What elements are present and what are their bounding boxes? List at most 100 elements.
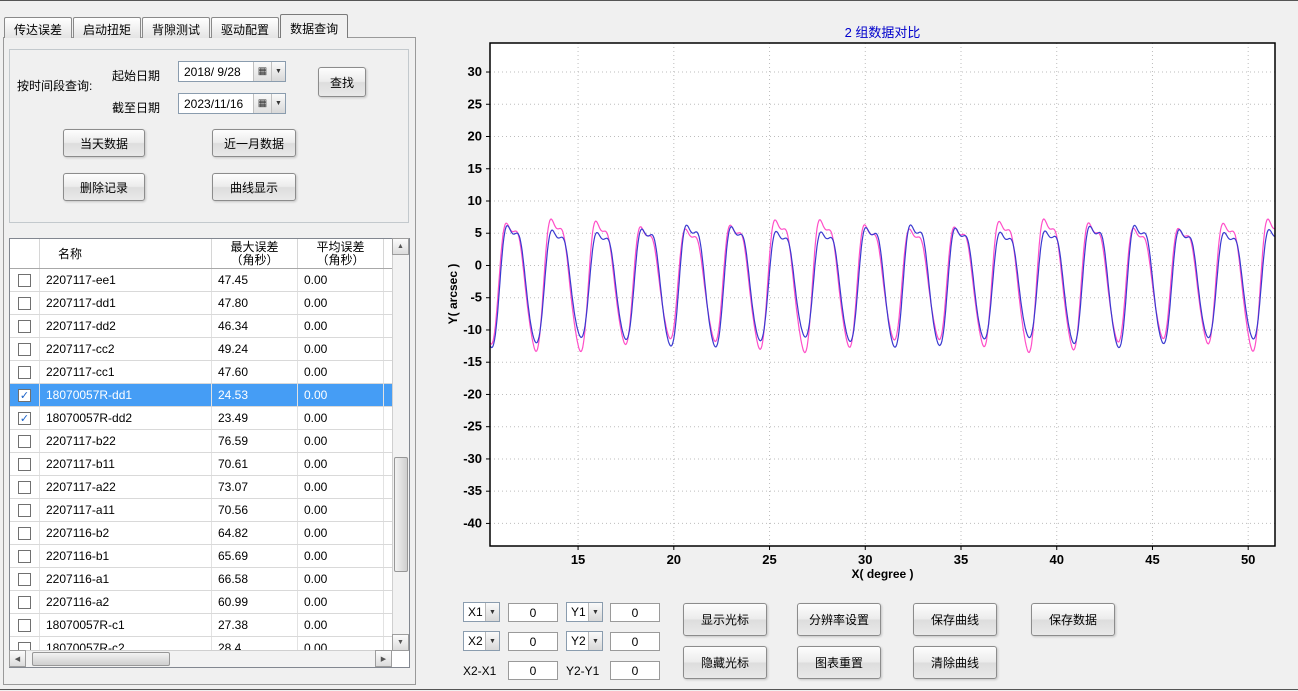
- checkbox-cell: [10, 637, 40, 650]
- table-row[interactable]: 2207117-ee147.450.00: [10, 269, 392, 292]
- calendar-icon[interactable]: ▦: [253, 62, 271, 81]
- resolution-settings-button[interactable]: 分辨率设置: [797, 603, 881, 636]
- table-row[interactable]: 2207117-cc249.240.00: [10, 338, 392, 361]
- table-row[interactable]: 2207116-a260.990.00: [10, 591, 392, 614]
- row-checkbox[interactable]: [18, 297, 31, 310]
- row-max-error: 28.4: [212, 637, 298, 650]
- chart-panel: 2 组数据对比 302520151050-5-10-15-20-25-30-35…: [425, 1, 1298, 691]
- table-row[interactable]: 2207117-a2273.070.00: [10, 476, 392, 499]
- row-name: 2207117-a22: [40, 476, 212, 498]
- table-row[interactable]: 18070057R-c127.380.00: [10, 614, 392, 637]
- chevron-down-icon[interactable]: ▼: [485, 603, 499, 621]
- chevron-down-icon[interactable]: ▼: [588, 632, 602, 650]
- tab-1[interactable]: 传达误差: [4, 17, 72, 38]
- table-row[interactable]: 2207117-dd147.800.00: [10, 292, 392, 315]
- y1-value-field[interactable]: [610, 603, 660, 622]
- chart-plot[interactable]: 302520151050-5-10-15-20-25-30-35-4015202…: [425, 1, 1298, 601]
- svg-text:35: 35: [954, 552, 968, 567]
- table-row[interactable]: 2207116-b264.820.00: [10, 522, 392, 545]
- svg-text:-20: -20: [463, 386, 482, 401]
- table-row[interactable]: 2207116-b165.690.00: [10, 545, 392, 568]
- row-checkbox[interactable]: [18, 550, 31, 563]
- x1-value-field[interactable]: [508, 603, 558, 622]
- checkbox-cell: [10, 338, 40, 360]
- table-row[interactable]: 2207117-b1170.610.00: [10, 453, 392, 476]
- row-checkbox[interactable]: [18, 527, 31, 540]
- hide-cursor-button[interactable]: 隐藏光标: [683, 646, 767, 679]
- y2-select[interactable]: Y2 ▼: [566, 631, 603, 651]
- row-max-error: 47.45: [212, 269, 298, 291]
- row-name: 2207116-b2: [40, 522, 212, 544]
- scroll-left-icon[interactable]: ◀: [9, 650, 26, 667]
- row-avg-error: 0.00: [298, 568, 384, 590]
- search-button[interactable]: 查找: [318, 67, 366, 97]
- row-name: 18070057R-c2: [40, 637, 212, 650]
- row-checkbox[interactable]: [18, 481, 31, 494]
- start-date-picker[interactable]: 2018/ 9/28 ▦ ▼: [178, 61, 286, 82]
- tab-5[interactable]: 数据查询: [280, 14, 348, 38]
- x2-select[interactable]: X2 ▼: [463, 631, 500, 651]
- row-checkbox[interactable]: ✓: [18, 389, 31, 402]
- y1-select[interactable]: Y1 ▼: [566, 602, 603, 622]
- row-checkbox[interactable]: [18, 366, 31, 379]
- x1-select[interactable]: X1 ▼: [463, 602, 500, 622]
- vertical-scroll-thumb[interactable]: [394, 457, 408, 572]
- row-checkbox[interactable]: [18, 435, 31, 448]
- horizontal-scrollbar[interactable]: ◀ ▶: [10, 650, 392, 667]
- end-date-picker[interactable]: 2023/11/16 ▦ ▼: [178, 93, 286, 114]
- checkbox-cell: [10, 315, 40, 337]
- scroll-right-icon[interactable]: ▶: [375, 650, 392, 667]
- chevron-down-icon[interactable]: ▼: [271, 62, 285, 81]
- table-header: 名称 最大误差 （角秒） 平均误差 （角秒）: [10, 239, 392, 269]
- tab-3[interactable]: 背隙测试: [142, 17, 210, 38]
- x-diff-field[interactable]: [508, 661, 558, 680]
- y2-value-field[interactable]: [610, 632, 660, 651]
- horizontal-scroll-thumb[interactable]: [32, 652, 170, 666]
- today-data-button[interactable]: 当天数据: [63, 129, 145, 157]
- table-row[interactable]: 2207116-a166.580.00: [10, 568, 392, 591]
- row-checkbox[interactable]: [18, 458, 31, 471]
- calendar-icon[interactable]: ▦: [253, 94, 271, 113]
- table-row[interactable]: 18070057R-c228.40.00: [10, 637, 392, 650]
- row-checkbox[interactable]: [18, 274, 31, 287]
- x2-value-field[interactable]: [508, 632, 558, 651]
- checkbox-cell: [10, 591, 40, 613]
- row-checkbox[interactable]: [18, 504, 31, 517]
- row-checkbox[interactable]: [18, 343, 31, 356]
- table-row[interactable]: 2207117-cc147.600.00: [10, 361, 392, 384]
- clear-curve-button[interactable]: 清除曲线: [913, 646, 997, 679]
- table-row[interactable]: 2207117-dd246.340.00: [10, 315, 392, 338]
- row-max-error: 70.61: [212, 453, 298, 475]
- vertical-scrollbar[interactable]: ▲ ▼: [392, 239, 409, 650]
- row-checkbox[interactable]: [18, 642, 31, 651]
- row-avg-error: 0.00: [298, 338, 384, 360]
- row-checkbox[interactable]: [18, 596, 31, 609]
- table-row[interactable]: 2207117-a1170.560.00: [10, 499, 392, 522]
- save-data-button[interactable]: 保存数据: [1031, 603, 1115, 636]
- delete-record-button[interactable]: 删除记录: [63, 173, 145, 201]
- row-checkbox[interactable]: ✓: [18, 412, 31, 425]
- row-name: 2207116-b1: [40, 545, 212, 567]
- chevron-down-icon[interactable]: ▼: [588, 603, 602, 621]
- curve-display-button[interactable]: 曲线显示: [212, 173, 296, 201]
- y2-select-label: Y2: [567, 634, 588, 648]
- table-row[interactable]: 2207117-b2276.590.00: [10, 430, 392, 453]
- chevron-down-icon[interactable]: ▼: [485, 632, 499, 650]
- table-row[interactable]: ✓18070057R-dd223.490.00: [10, 407, 392, 430]
- table-row[interactable]: ✓18070057R-dd124.530.00: [10, 384, 392, 407]
- save-curve-button[interactable]: 保存曲线: [913, 603, 997, 636]
- last-month-data-button[interactable]: 近一月数据: [212, 129, 296, 157]
- row-checkbox[interactable]: [18, 573, 31, 586]
- row-name: 2207117-dd1: [40, 292, 212, 314]
- y-diff-field[interactable]: [610, 661, 660, 680]
- row-avg-error: 0.00: [298, 453, 384, 475]
- chevron-down-icon[interactable]: ▼: [271, 94, 285, 113]
- row-checkbox[interactable]: [18, 320, 31, 333]
- chart-reset-button[interactable]: 图表重置: [797, 646, 881, 679]
- row-checkbox[interactable]: [18, 619, 31, 632]
- tab-2[interactable]: 启动扭矩: [73, 17, 141, 38]
- scroll-up-icon[interactable]: ▲: [392, 238, 409, 255]
- tab-4[interactable]: 驱动配置: [211, 17, 279, 38]
- show-cursor-button[interactable]: 显示光标: [683, 603, 767, 636]
- scroll-down-icon[interactable]: ▼: [392, 634, 409, 651]
